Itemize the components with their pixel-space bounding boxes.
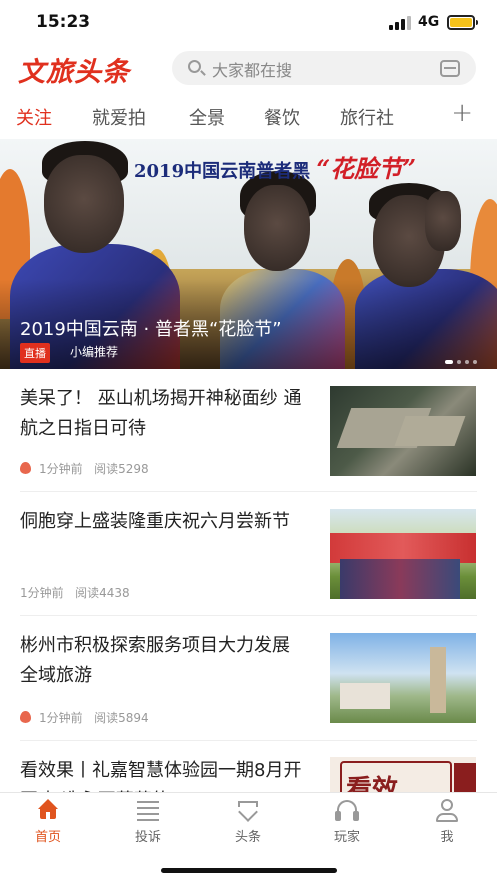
news-reads: 阅读5894 — [94, 711, 149, 725]
tab-travel-agency[interactable]: 旅行社 — [340, 104, 394, 130]
news-item[interactable]: 侗胞穿上盛装隆重庆祝六月尝新节 1分钟前 阅读4438 — [0, 492, 497, 615]
battery-icon — [447, 15, 478, 30]
news-time: 1分钟前 — [20, 586, 64, 600]
news-item[interactable]: 看效果丨礼嘉智慧体验园一期8月开园 打造永不落幕的 看效 — [0, 741, 497, 792]
banner-image-year: 2019中国云南普者黑 — [134, 161, 311, 182]
headphones-icon — [334, 799, 360, 823]
search-placeholder: 大家都在搜 — [212, 61, 293, 80]
bottom-navigation: 首页 投诉 头条 玩家 我 — [0, 792, 497, 848]
nav-me[interactable]: 我 — [417, 799, 477, 845]
signal-icon — [389, 16, 411, 30]
tab-follow[interactable]: 关注 — [16, 104, 52, 130]
nav-label: 头条 — [234, 830, 261, 845]
news-title: 美呆了！ 巫山机场揭开神秘面纱 通航之日指日可待 — [20, 388, 302, 439]
banner-title: 2019中国云南 · 普者黑“花脸节” — [20, 319, 282, 340]
news-item[interactable]: 彬州市积极探索服务项目大力发展全域旅游 1分钟前 阅读5894 — [0, 616, 497, 740]
nav-players[interactable]: 玩家 — [317, 799, 377, 845]
news-thumbnail — [330, 509, 476, 599]
news-time: 1分钟前 — [39, 711, 83, 725]
news-title: 看效果丨礼嘉智慧体验园一期8月开园 打造永不落幕的 — [20, 760, 302, 792]
category-tabs: 关注 就爱拍 全景 餐饮 旅行社 + — [0, 96, 497, 136]
nav-headlines[interactable]: 头条 — [218, 799, 278, 845]
tab-dining[interactable]: 餐饮 — [264, 104, 300, 130]
news-title: 侗胞穿上盛装隆重庆祝六月尝新节 — [20, 511, 290, 532]
app-header: 文旅头条 大家都在搜 — [0, 46, 497, 94]
status-bar: 15:23 4G — [0, 0, 497, 46]
user-icon — [434, 799, 460, 823]
add-tab-icon[interactable]: + — [451, 98, 473, 128]
news-thumbnail — [330, 386, 476, 476]
search-bar[interactable]: 大家都在搜 — [172, 51, 476, 85]
tab-photo[interactable]: 就爱拍 — [92, 104, 146, 130]
news-meta: 1分钟前 阅读4438 — [20, 584, 130, 601]
carousel-dots[interactable] — [441, 349, 477, 368]
nav-label: 我 — [440, 830, 454, 845]
tab-panorama[interactable]: 全景 — [189, 104, 225, 130]
status-time: 15:23 — [36, 12, 91, 32]
hot-icon — [20, 462, 31, 474]
nav-complaint[interactable]: 投诉 — [118, 799, 178, 845]
news-meta: 1分钟前 阅读5298 — [20, 460, 149, 477]
nav-label: 玩家 — [333, 830, 360, 845]
home-indicator[interactable] — [161, 868, 337, 873]
news-time: 1分钟前 — [39, 462, 83, 476]
home-icon — [35, 799, 61, 823]
news-item[interactable]: 美呆了！ 巫山机场揭开神秘面纱 通航之日指日可待 1分钟前 阅读5298 — [0, 369, 497, 492]
featured-banner[interactable]: 2019中国云南普者黑 “花脸节” 2019中国云南 · 普者黑“花脸节” 直播… — [0, 139, 497, 369]
news-thumbnail — [330, 633, 476, 723]
editor-pick-label: 小编推荐 — [70, 345, 119, 359]
news-reads: 阅读4438 — [75, 586, 130, 600]
news-meta: 1分钟前 阅读5894 — [20, 709, 149, 726]
nav-home[interactable]: 首页 — [18, 799, 78, 845]
network-type: 4G — [418, 14, 440, 30]
nav-label: 首页 — [34, 830, 61, 845]
banner-image-headline: 2019中国云南普者黑 “花脸节” — [134, 149, 416, 184]
nav-label: 投诉 — [134, 830, 161, 845]
scan-icon[interactable] — [440, 60, 460, 77]
news-thumbnail: 看效 — [330, 757, 476, 792]
complaint-icon — [135, 799, 161, 823]
live-badge: 直播 — [20, 343, 50, 363]
news-reads: 阅读5298 — [94, 462, 149, 476]
news-title: 彬州市积极探索服务项目大力发展全域旅游 — [20, 635, 290, 686]
search-icon — [188, 60, 201, 73]
diamond-icon — [235, 799, 261, 823]
banner-image-highlight: “花脸节” — [316, 154, 416, 183]
hot-icon — [20, 711, 31, 723]
app-logo: 文旅头条 — [18, 57, 130, 88]
